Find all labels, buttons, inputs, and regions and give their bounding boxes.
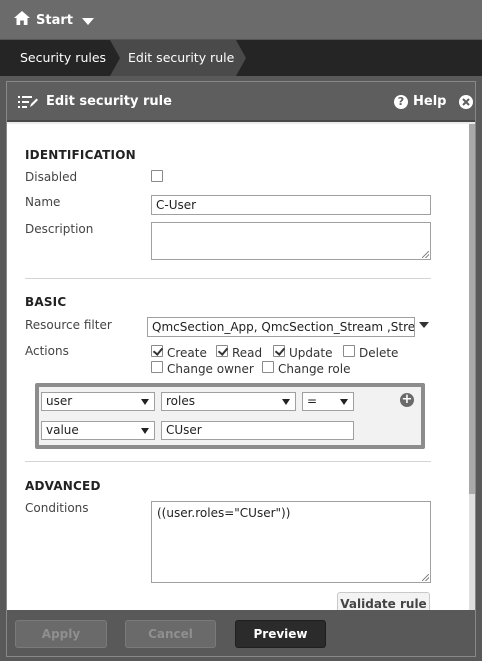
start-label: Start: [36, 12, 73, 28]
disabled-checkbox[interactable]: [151, 170, 163, 182]
advanced-section-title: ADVANCED: [25, 479, 101, 493]
resource-filter-input[interactable]: QmcSection_App, QmcSection_Stream ,Stre: [147, 317, 415, 337]
select-arrow-icon: [282, 399, 290, 405]
change-owner-label: Change owner: [167, 362, 254, 376]
condition-builder: user roles = + value CUser: [35, 383, 425, 449]
description-label: Description: [25, 222, 94, 236]
change-role-checkbox[interactable]: [262, 361, 274, 373]
disabled-label: Disabled: [25, 170, 78, 184]
help-label: Help: [413, 94, 447, 109]
preview-button[interactable]: Preview: [235, 620, 326, 648]
dialog-header: Edit security rule ? Help: [7, 82, 475, 122]
update-checkbox[interactable]: [273, 345, 285, 357]
value-type-select[interactable]: value: [41, 421, 155, 440]
add-condition-icon[interactable]: +: [400, 393, 414, 407]
subject-select[interactable]: user: [41, 392, 155, 411]
name-input[interactable]: C-User: [151, 195, 431, 215]
resize-handle-icon[interactable]: [422, 574, 429, 581]
property-select[interactable]: roles: [161, 392, 296, 411]
select-arrow-icon: [141, 399, 149, 405]
identification-section-title: IDENTIFICATION: [25, 148, 136, 162]
dialog-footer: Apply Cancel Preview: [7, 610, 475, 656]
home-icon: [14, 11, 36, 29]
create-checkbox[interactable]: [151, 345, 163, 357]
description-textarea[interactable]: [151, 222, 431, 260]
select-arrow-icon: [340, 399, 348, 405]
chevron-down-icon[interactable]: [82, 15, 94, 29]
start-button[interactable]: Start: [14, 11, 73, 29]
dialog-content: IDENTIFICATION Disabled Name C-User Desc…: [7, 124, 469, 610]
change-owner-checkbox[interactable]: [151, 361, 163, 373]
scrollbar-thumb[interactable]: [469, 124, 475, 494]
cancel-button[interactable]: Cancel: [125, 620, 216, 648]
read-label: Read: [232, 346, 263, 360]
value-type-value: value: [46, 423, 79, 437]
value-input[interactable]: CUser: [161, 421, 354, 440]
scrollbar[interactable]: [469, 124, 475, 610]
subject-value: user: [46, 394, 73, 408]
conditions-label: Conditions: [25, 501, 89, 515]
breadcrumb: Security rules Edit security rule: [0, 40, 482, 76]
change-role-label: Change role: [278, 362, 351, 376]
operator-select[interactable]: =: [302, 392, 354, 411]
select-arrow-icon: [141, 428, 149, 434]
help-icon: ?: [394, 94, 408, 109]
top-bar: Start: [0, 0, 482, 40]
property-value: roles: [166, 394, 195, 408]
dialog-title: Edit security rule: [46, 94, 172, 109]
update-label: Update: [289, 346, 333, 360]
caret-down-icon[interactable]: [419, 322, 429, 328]
create-label: Create: [167, 346, 207, 360]
conditions-textarea[interactable]: ((user.roles="CUser")): [151, 501, 431, 583]
delete-label: Delete: [359, 346, 399, 360]
help-button[interactable]: ? Help: [394, 94, 446, 109]
apply-button[interactable]: Apply: [15, 620, 107, 648]
close-icon[interactable]: [459, 95, 473, 109]
delete-checkbox[interactable]: [343, 345, 355, 357]
resource-filter-label: Resource filter: [25, 318, 112, 332]
basic-section-title: BASIC: [25, 295, 67, 309]
actions-label: Actions: [25, 344, 69, 358]
name-label: Name: [25, 195, 61, 209]
divider: [25, 461, 431, 462]
breadcrumb-edit-security-rule[interactable]: Edit security rule: [110, 40, 246, 76]
resize-handle-icon[interactable]: [422, 251, 429, 258]
validate-rule-button[interactable]: Validate rule: [337, 592, 430, 610]
conditions-text: ((user.roles="CUser")): [157, 506, 291, 520]
edit-list-icon: [18, 95, 38, 112]
read-checkbox[interactable]: [216, 345, 228, 357]
divider: [25, 278, 431, 279]
breadcrumb-security-rules[interactable]: Security rules: [0, 40, 110, 76]
edit-rule-dialog: Edit security rule ? Help IDENTIFICATION…: [6, 81, 476, 657]
operator-value: =: [307, 394, 318, 408]
